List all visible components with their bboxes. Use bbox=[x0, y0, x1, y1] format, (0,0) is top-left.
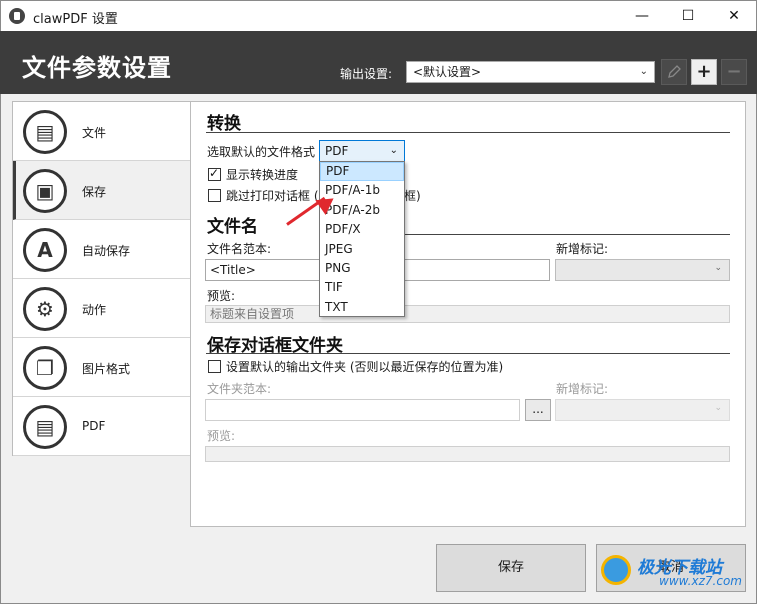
output-settings-value: <默认设置> bbox=[413, 65, 482, 79]
header-band: 文件参数设置 输出设置: <默认设置> ⌄ + − bbox=[0, 31, 757, 94]
folder-token-label: 新增标记: bbox=[556, 382, 609, 396]
folder-template-input[interactable] bbox=[205, 399, 520, 421]
output-settings-select[interactable]: <默认设置> ⌄ bbox=[406, 61, 655, 83]
format-option-png[interactable]: PNG bbox=[320, 259, 404, 278]
document-icon: ▤ bbox=[23, 110, 67, 154]
browse-folder-button[interactable]: ... bbox=[525, 399, 551, 421]
folder-preview-label: 预览: bbox=[207, 429, 236, 443]
sidebar-item-save[interactable]: ▣ 保存 bbox=[13, 161, 191, 220]
save-button[interactable]: 保存 bbox=[436, 544, 586, 592]
chevron-down-icon: ⌄ bbox=[389, 145, 398, 156]
add-profile-button[interactable]: + bbox=[691, 59, 717, 85]
edit-profile-button[interactable] bbox=[661, 59, 687, 85]
filename-preview-label: 预览: bbox=[207, 289, 236, 303]
chevron-down-icon: ⌄ bbox=[639, 66, 648, 77]
sidebar-item-autosave[interactable]: A 自动保存 bbox=[13, 220, 191, 279]
format-option-jpeg[interactable]: JPEG bbox=[320, 240, 404, 259]
section-title-convert: 转换 bbox=[207, 114, 241, 134]
floppy-disk-icon: ▣ bbox=[23, 169, 67, 213]
remove-profile-button[interactable]: − bbox=[721, 59, 747, 85]
output-settings-label: 输出设置: bbox=[340, 67, 393, 81]
folder-preview-field bbox=[205, 446, 730, 462]
maximize-button[interactable]: ☐ bbox=[665, 1, 711, 31]
filename-token-label: 新增标记: bbox=[556, 242, 609, 256]
format-option-txt[interactable]: TXT bbox=[320, 298, 404, 317]
sidebar-item-actions[interactable]: ⚙ 动作 bbox=[13, 279, 191, 338]
section-divider bbox=[206, 353, 730, 354]
sidebar-item-file[interactable]: ▤ 文件 bbox=[13, 102, 191, 161]
sidebar-item-label: 保存 bbox=[82, 185, 107, 199]
filename-template-label: 文件名范本: bbox=[207, 242, 272, 256]
minimize-button[interactable]: — bbox=[619, 1, 665, 31]
default-folder-label: 设置默认的输出文件夹 (否则以最近保存的位置为准) bbox=[226, 360, 504, 374]
section-divider bbox=[206, 132, 730, 133]
format-option-tif[interactable]: TIF bbox=[320, 278, 404, 297]
watermark-logo-icon bbox=[601, 555, 631, 585]
format-dropdown-list: PDF PDF/A-1b PDF/A-2b PDF/X JPEG PNG TIF… bbox=[319, 161, 405, 317]
images-icon: ❐ bbox=[23, 346, 67, 390]
page-title: 文件参数设置 bbox=[22, 54, 172, 82]
sidebar-item-label: 动作 bbox=[82, 303, 107, 317]
format-option-pdfx[interactable]: PDF/X bbox=[320, 220, 404, 239]
default-format-label: 选取默认的文件格式 bbox=[207, 145, 316, 159]
show-progress-checkbox[interactable] bbox=[208, 166, 221, 181]
show-progress-label: 显示转换进度 bbox=[226, 168, 299, 182]
format-option-pdf[interactable]: PDF bbox=[320, 162, 404, 182]
gear-icon: ⚙ bbox=[23, 287, 67, 331]
window-title: clawPDF 设置 bbox=[33, 12, 118, 27]
folder-template-label: 文件夹范本: bbox=[207, 382, 272, 396]
skip-print-dialog-checkbox[interactable] bbox=[208, 189, 221, 202]
watermark-url: www.xz7.com bbox=[659, 574, 742, 588]
sidebar-item-label: 自动保存 bbox=[82, 244, 131, 258]
close-button[interactable]: ✕ bbox=[711, 1, 757, 31]
chevron-down-icon: ⌄ bbox=[714, 403, 722, 413]
section-title-filename: 文件名 bbox=[207, 217, 258, 237]
app-logo-icon bbox=[9, 8, 25, 24]
skip-print-dialog-label: 跳过打印对话框 ( bbox=[226, 189, 319, 203]
section-divider bbox=[404, 234, 730, 235]
sidebar: ▤ 文件 ▣ 保存 A 自动保存 ⚙ 动作 ❐ 图片格式 ▤ PDF bbox=[12, 101, 191, 456]
chevron-down-icon: ⌄ bbox=[714, 263, 722, 273]
sidebar-item-label: 图片格式 bbox=[82, 362, 131, 376]
pencil-icon bbox=[668, 65, 681, 78]
folder-token-select[interactable]: ⌄ bbox=[555, 399, 730, 421]
filename-preview-field: 标题来自设置项 bbox=[205, 305, 730, 323]
watermark: 极光下载站 www.xz7.com bbox=[597, 551, 749, 591]
title-bar: clawPDF 设置 — ☐ ✕ bbox=[0, 0, 757, 31]
sidebar-item-pdf[interactable]: ▤ PDF bbox=[13, 397, 191, 456]
default-format-select[interactable]: PDF ⌄ bbox=[319, 140, 405, 162]
filename-token-select[interactable]: ⌄ bbox=[555, 259, 730, 281]
sidebar-item-label: PDF bbox=[82, 419, 106, 433]
pdf-document-icon: ▤ bbox=[23, 405, 67, 449]
default-folder-checkbox[interactable] bbox=[208, 360, 221, 373]
skip-print-dialog-label-tail: 框) bbox=[404, 189, 421, 203]
sidebar-item-label: 文件 bbox=[82, 126, 107, 140]
sidebar-item-image-formats[interactable]: ❐ 图片格式 bbox=[13, 338, 191, 397]
default-format-value: PDF bbox=[325, 144, 349, 158]
auto-save-icon: A bbox=[23, 228, 67, 272]
